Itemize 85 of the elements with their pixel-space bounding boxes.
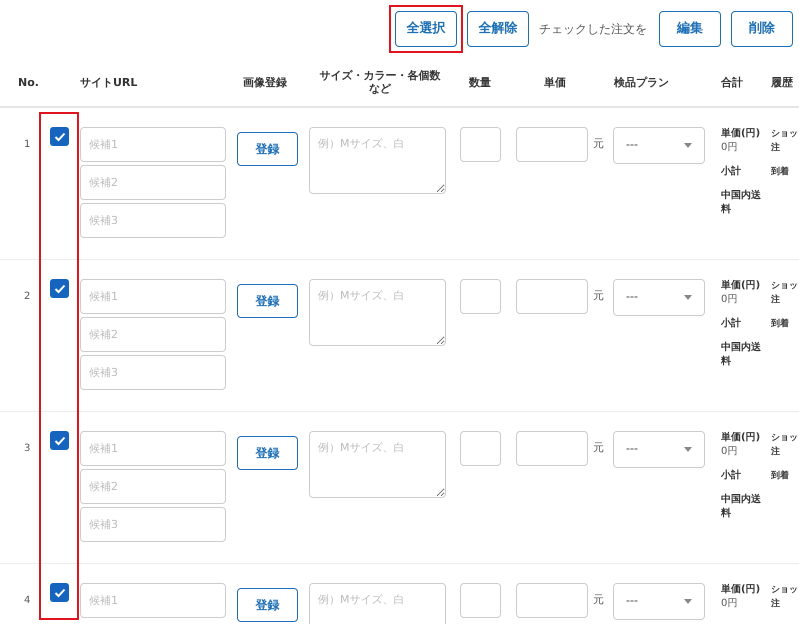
summary-label: 単価(円) [721, 583, 760, 597]
url-input[interactable]: 候補3 [80, 355, 226, 390]
register-button[interactable]: 登録 [237, 436, 298, 470]
row-number: 2 [24, 291, 30, 302]
action-button[interactable]: 編集 [659, 11, 721, 47]
quantity-input[interactable] [460, 127, 501, 162]
quantity-input[interactable] [460, 583, 501, 618]
summary-label: 小計 [721, 317, 741, 331]
url-input[interactable]: 候補1 [80, 127, 226, 162]
instruction-text: チェックした注文を [538, 21, 648, 38]
history-label: ショッ注 [771, 280, 799, 307]
summary-label: 単価(円) [721, 431, 760, 445]
plan-select[interactable]: --- [613, 127, 705, 164]
summary-label: 0円 [721, 445, 738, 459]
row-number: 1 [24, 139, 30, 150]
row-checkbox[interactable] [50, 279, 69, 298]
caret-icon [684, 295, 692, 300]
toolbar-button[interactable]: 全選択 [395, 11, 457, 47]
history-label: ショッ注 [771, 432, 799, 459]
currency-label: 元 [593, 288, 604, 304]
url-input[interactable]: 候補1 [80, 279, 226, 314]
currency-label: 元 [593, 592, 604, 608]
column-header: 合計 [721, 76, 743, 89]
summary-label: 0円 [721, 141, 738, 155]
toolbar-button[interactable]: 全解除 [467, 11, 529, 47]
history-label: ショッ注 [771, 128, 799, 155]
url-input[interactable]: 候補1 [80, 431, 226, 466]
column-header: サイズ・カラー・各個数など [318, 69, 442, 95]
price-input[interactable] [516, 431, 588, 466]
action-button[interactable]: 削除 [731, 11, 793, 47]
register-button[interactable]: 登録 [237, 132, 298, 166]
plan-select[interactable]: --- [613, 431, 705, 468]
summary-label: 小計 [721, 165, 741, 179]
row-number: 3 [24, 443, 30, 454]
check-icon [54, 132, 66, 142]
summary-label: 中国内送料 [721, 189, 762, 217]
check-icon [54, 436, 66, 446]
summary-label: 単価(円) [721, 279, 760, 293]
caret-icon [684, 143, 692, 148]
currency-label: 元 [593, 440, 604, 456]
quantity-input[interactable] [460, 431, 501, 466]
register-button[interactable]: 登録 [237, 588, 298, 622]
summary-label: 0円 [721, 293, 738, 307]
check-icon [54, 284, 66, 294]
column-header: 単価 [544, 76, 566, 89]
url-input[interactable]: 候補2 [80, 469, 226, 504]
history-label: 到着 [771, 317, 790, 331]
summary-label: 中国内送料 [721, 493, 762, 521]
column-header: 数量 [469, 76, 491, 89]
column-header: 検品プラン [614, 76, 669, 89]
url-input[interactable]: 候補2 [80, 317, 226, 352]
plan-select[interactable]: --- [613, 279, 705, 316]
check-icon [54, 588, 66, 598]
summary-label: 小計 [721, 469, 741, 483]
caret-icon [684, 447, 692, 452]
row-checkbox[interactable] [50, 431, 69, 450]
row-number: 4 [24, 595, 30, 606]
notes-textarea[interactable]: 例）Mサイズ、白 [309, 279, 446, 346]
notes-textarea[interactable]: 例）Mサイズ、白 [309, 431, 446, 498]
price-input[interactable] [516, 279, 588, 314]
history-label: 到着 [771, 469, 790, 483]
quantity-input[interactable] [460, 279, 501, 314]
column-header: No. [18, 76, 39, 89]
caret-icon [684, 599, 692, 604]
notes-textarea[interactable]: 例）Mサイズ、白 [309, 583, 446, 624]
url-input[interactable]: 候補2 [80, 165, 226, 200]
url-input[interactable]: 候補3 [80, 203, 226, 238]
column-header: 履歴 [771, 76, 793, 89]
notes-textarea[interactable]: 例）Mサイズ、白 [309, 127, 446, 194]
summary-label: 単価(円) [721, 127, 760, 141]
price-input[interactable] [516, 583, 588, 618]
currency-label: 元 [593, 136, 604, 152]
url-input[interactable]: 候補1 [80, 583, 226, 618]
price-input[interactable] [516, 127, 588, 162]
url-input[interactable]: 候補3 [80, 507, 226, 542]
summary-label: 中国内送料 [721, 341, 762, 369]
history-label: 到着 [771, 165, 790, 179]
register-button[interactable]: 登録 [237, 284, 298, 318]
history-label: ショッ注 [771, 584, 799, 611]
column-header: 画像登録 [243, 76, 287, 89]
plan-select[interactable]: --- [613, 583, 705, 620]
summary-label: 0円 [721, 597, 738, 611]
row-checkbox[interactable] [50, 127, 69, 146]
column-header: サイトURL [80, 76, 138, 89]
row-checkbox[interactable] [50, 583, 69, 602]
